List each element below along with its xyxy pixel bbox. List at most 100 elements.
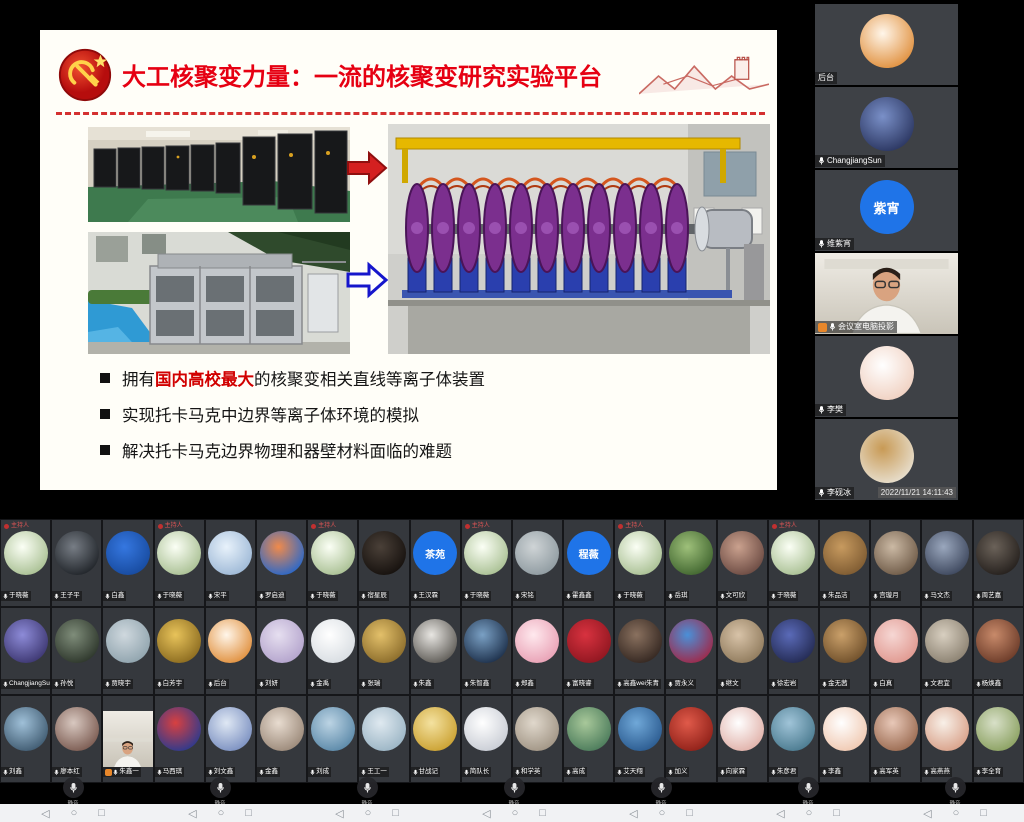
participant-tile[interactable]: 宋铭 bbox=[513, 520, 562, 606]
recents-icon[interactable]: □ bbox=[245, 807, 252, 819]
participant-tile[interactable]: 高成 bbox=[564, 696, 613, 782]
mute-button[interactable] bbox=[945, 777, 966, 798]
recents-icon[interactable]: □ bbox=[686, 807, 693, 819]
participant-tile[interactable]: 文可欣 bbox=[718, 520, 767, 606]
participant-tile[interactable]: 主持人 于晓薇 bbox=[155, 520, 204, 606]
participant-tile[interactable]: 刘文鑫 bbox=[206, 696, 255, 782]
participant-name-label: 岳琪 bbox=[666, 591, 689, 601]
participant-tile[interactable]: 富晓睿 bbox=[564, 608, 613, 694]
participant-tile[interactable]: 白芳宇 bbox=[155, 608, 204, 694]
sidebar-participant-tile[interactable]: ChangjiangSun bbox=[815, 87, 958, 168]
home-icon[interactable]: ○ bbox=[71, 807, 78, 819]
participant-tile[interactable]: 高鑫wei朱青 bbox=[615, 608, 664, 694]
participant-tile[interactable]: 杨焕鑫 bbox=[974, 608, 1023, 694]
participant-tile[interactable]: 主持人 于晓薇 bbox=[615, 520, 664, 606]
participant-tile[interactable]: 朱智鑫 bbox=[462, 608, 511, 694]
participant-tile[interactable]: 主持人 于晓薇 bbox=[308, 520, 357, 606]
participant-tile[interactable]: 艾天翔 bbox=[615, 696, 664, 782]
participant-tile[interactable]: 王子平 bbox=[52, 520, 101, 606]
mute-button[interactable] bbox=[651, 777, 672, 798]
mute-button[interactable] bbox=[798, 777, 819, 798]
participant-tile[interactable]: 金无茜 bbox=[820, 608, 869, 694]
participant-tile[interactable]: 向家霖 bbox=[718, 696, 767, 782]
participant-name-label: ChangjiangSun bbox=[1, 679, 50, 689]
home-icon[interactable]: ○ bbox=[512, 807, 519, 819]
participant-tile[interactable]: 白真 bbox=[871, 608, 920, 694]
mute-button[interactable] bbox=[504, 777, 525, 798]
recents-icon[interactable]: □ bbox=[539, 807, 546, 819]
recents-icon[interactable]: □ bbox=[833, 807, 840, 819]
participant-tile[interactable]: 罗启迪 bbox=[257, 520, 306, 606]
back-icon[interactable]: ◁ bbox=[41, 807, 49, 820]
participant-tile[interactable]: 继文 bbox=[718, 608, 767, 694]
participant-tile[interactable]: ChangjiangSun bbox=[1, 608, 50, 694]
participant-tile[interactable]: 廖本红 bbox=[52, 696, 101, 782]
participant-tile[interactable]: 李鑫 bbox=[820, 696, 869, 782]
home-icon[interactable]: ○ bbox=[953, 807, 960, 819]
back-icon[interactable]: ◁ bbox=[776, 807, 784, 820]
mute-button[interactable] bbox=[357, 777, 378, 798]
participant-tile[interactable]: 孙悦 bbox=[52, 608, 101, 694]
participant-name: 高成 bbox=[572, 768, 585, 776]
participant-tile[interactable]: 徐宏岩 bbox=[769, 608, 818, 694]
participant-tile[interactable]: 李全育 bbox=[974, 696, 1023, 782]
participant-tile[interactable]: 朱鑫 bbox=[411, 608, 460, 694]
sidebar-participant-tile[interactable]: 李樊 bbox=[815, 336, 958, 417]
participant-tile[interactable]: 朱品洁 bbox=[820, 520, 869, 606]
participant-tile[interactable]: 周艺嘉 bbox=[974, 520, 1023, 606]
mute-button[interactable] bbox=[63, 777, 84, 798]
participant-tile[interactable]: 岳琪 bbox=[666, 520, 715, 606]
participant-tile[interactable]: 贾晓宇 bbox=[103, 608, 152, 694]
participant-tile[interactable]: 朱鑫一 bbox=[103, 696, 152, 782]
home-icon[interactable]: ○ bbox=[365, 807, 372, 819]
participant-tile[interactable]: 高燕燕 bbox=[922, 696, 971, 782]
back-icon[interactable]: ◁ bbox=[629, 807, 637, 820]
recents-icon[interactable]: □ bbox=[98, 807, 105, 819]
home-icon[interactable]: ○ bbox=[806, 807, 813, 819]
participant-name: 廖本红 bbox=[60, 768, 80, 776]
participant-tile[interactable]: 茶苑 王汉霖 bbox=[411, 520, 460, 606]
recents-icon[interactable]: □ bbox=[980, 807, 987, 819]
participant-tile[interactable]: 简队长 bbox=[462, 696, 511, 782]
participant-tile[interactable]: 和学英 bbox=[513, 696, 562, 782]
participant-tile[interactable]: 后台 bbox=[206, 608, 255, 694]
participant-tile[interactable]: 主持人 于晓薇 bbox=[769, 520, 818, 606]
participant-tile[interactable]: 程薇 霍鑫鑫 bbox=[564, 520, 613, 606]
participant-tile[interactable]: 刘妍 bbox=[257, 608, 306, 694]
participant-tile[interactable]: 刘鑫 bbox=[1, 696, 50, 782]
participant-tile[interactable]: 马文杰 bbox=[922, 520, 971, 606]
sidebar-participant-tile[interactable]: 后台 bbox=[815, 4, 958, 85]
participant-tile[interactable]: 刘成 bbox=[308, 696, 357, 782]
sidebar-participant-tile[interactable]: 李砚冰 2022/11/21 14:11:43 bbox=[815, 419, 958, 500]
participant-tile[interactable]: 高军英 bbox=[871, 696, 920, 782]
participant-tile[interactable]: 郑鑫 bbox=[513, 608, 562, 694]
participant-tile[interactable]: 朱彦君 bbox=[769, 696, 818, 782]
back-icon[interactable]: ◁ bbox=[482, 807, 490, 820]
participant-tile[interactable]: 文君宜 bbox=[922, 608, 971, 694]
participant-tile[interactable]: 主持人 于晓薇 bbox=[462, 520, 511, 606]
participant-tile[interactable]: 加义 bbox=[666, 696, 715, 782]
participant-avatar bbox=[567, 619, 611, 663]
mute-button[interactable] bbox=[210, 777, 231, 798]
recents-icon[interactable]: □ bbox=[392, 807, 399, 819]
participant-tile[interactable]: 甘战记 bbox=[411, 696, 460, 782]
participant-tile[interactable]: 宋平 bbox=[206, 520, 255, 606]
participant-tile[interactable]: 金禹 bbox=[308, 608, 357, 694]
participant-tile[interactable]: 宫璇月 bbox=[871, 520, 920, 606]
participant-tile[interactable]: 白鑫 bbox=[103, 520, 152, 606]
sidebar-participant-tile[interactable]: 会议室电脑投影 bbox=[815, 253, 958, 334]
participant-tile[interactable]: 贾永义 bbox=[666, 608, 715, 694]
participant-tile[interactable]: 金鑫 bbox=[257, 696, 306, 782]
back-icon[interactable]: ◁ bbox=[335, 807, 343, 820]
participant-tile[interactable]: 宿星辰 bbox=[359, 520, 408, 606]
back-icon[interactable]: ◁ bbox=[923, 807, 931, 820]
participant-tile[interactable]: 张瑞 bbox=[359, 608, 408, 694]
home-icon[interactable]: ○ bbox=[218, 807, 225, 819]
home-icon[interactable]: ○ bbox=[659, 807, 666, 819]
sidebar-participant-tile[interactable]: 紫宵 维紫宵 bbox=[815, 170, 958, 251]
participant-tile[interactable]: 马西琪 bbox=[155, 696, 204, 782]
participant-tile[interactable]: 王工一 bbox=[359, 696, 408, 782]
participant-name: 富晓睿 bbox=[572, 680, 592, 688]
participant-tile[interactable]: 主持人 于晓薇 bbox=[1, 520, 50, 606]
back-icon[interactable]: ◁ bbox=[188, 807, 196, 820]
